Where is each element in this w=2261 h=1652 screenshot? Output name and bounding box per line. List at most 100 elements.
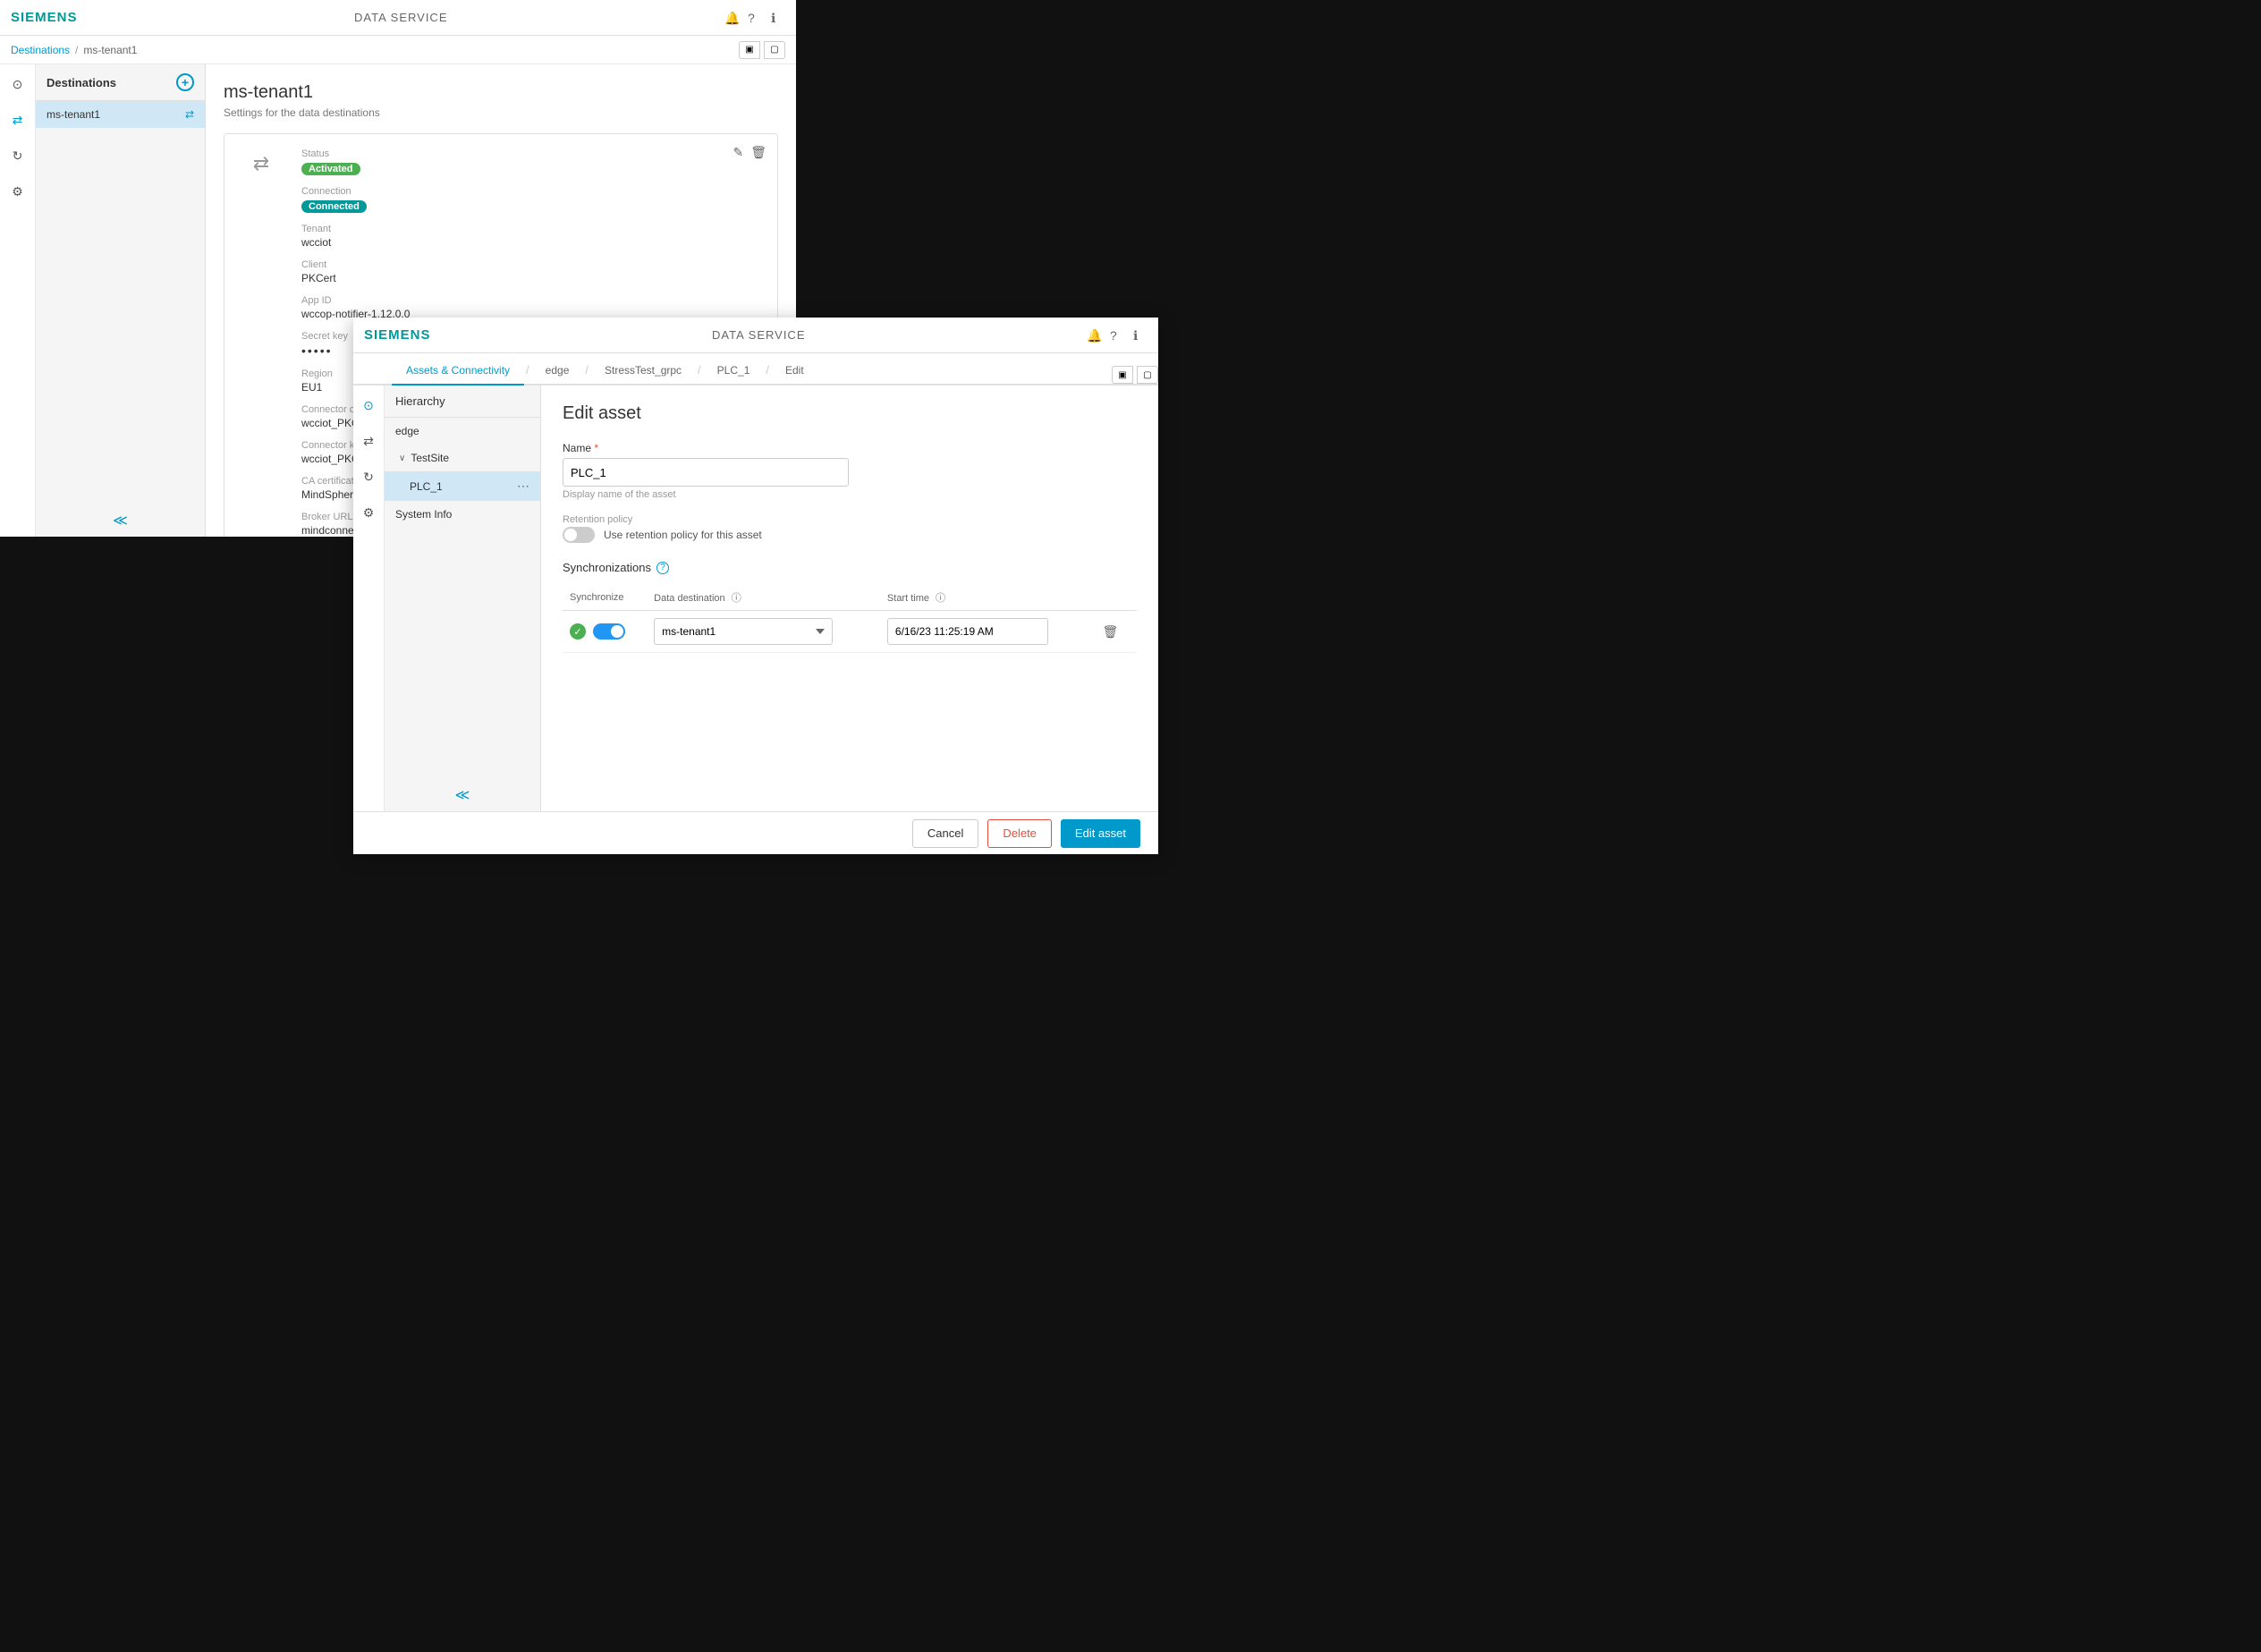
- add-destination-btn[interactable]: +: [176, 73, 194, 91]
- nav-settings-1[interactable]: ⚙: [5, 179, 30, 204]
- split-view-btn-2[interactable]: ▣: [1112, 366, 1133, 384]
- sync-status-cell: ✓: [563, 611, 647, 653]
- tenant-row: Tenant wcciot: [301, 224, 763, 249]
- cancel-button[interactable]: Cancel: [912, 819, 978, 848]
- dest-info-icon[interactable]: ⓘ: [732, 593, 741, 604]
- plc1-menu-icon[interactable]: ⋯: [517, 479, 529, 494]
- tab-assets-connectivity[interactable]: Assets & Connectivity: [392, 357, 524, 385]
- name-label: Name *: [563, 442, 1137, 454]
- destination-share-icon: ⇄: [253, 152, 269, 175]
- card-icon-area: ⇄: [239, 148, 284, 537]
- connection-badge: Connected: [301, 200, 367, 213]
- sidebar-1: Destinations + ms-tenant1 ⇄ ≪: [36, 64, 206, 537]
- single-view-btn-2[interactable]: ▢: [1137, 366, 1158, 384]
- status-badge: Activated: [301, 163, 360, 175]
- retention-row: Use retention policy for this asset: [563, 527, 1137, 543]
- notification-icon-2[interactable]: 🔔: [1087, 328, 1101, 343]
- retention-label: Retention policy: [563, 514, 1137, 525]
- col-data-destination: Data destination ⓘ: [647, 585, 880, 611]
- edit-asset-title: Edit asset: [563, 403, 1137, 424]
- sync-table: Synchronize Data destination ⓘ Start tim…: [563, 585, 1137, 653]
- breadcrumb-destinations[interactable]: Destinations: [11, 44, 70, 56]
- hier-testsite-label: TestSite: [411, 452, 449, 464]
- page-subtitle-1: Settings for the data destinations: [224, 106, 778, 119]
- sync-section: Synchronizations ? Synchronize Data dest…: [563, 561, 1137, 653]
- sync-title: Synchronizations ?: [563, 561, 1137, 574]
- testsite-chevron-icon: ∨: [399, 453, 405, 463]
- sync-enabled-toggle[interactable]: [593, 623, 625, 640]
- sync-status-icon: ✓: [570, 623, 586, 640]
- help-icon-1[interactable]: ?: [748, 11, 762, 25]
- tab-plc1[interactable]: PLC_1: [703, 357, 765, 385]
- page-title-1: ms-tenant1: [224, 82, 778, 103]
- app-title-2: DATA SERVICE: [712, 328, 805, 342]
- card-delete-btn[interactable]: 🗑: [750, 145, 766, 160]
- name-input[interactable]: [563, 458, 849, 487]
- col-actions-header: [1092, 585, 1137, 611]
- tab-stresstest[interactable]: StressTest_grpc: [590, 357, 696, 385]
- header-icons-1: 🔔 ? ℹ: [724, 11, 785, 25]
- tenant-label: Tenant: [301, 224, 763, 234]
- sidebar-item-ms-tenant1[interactable]: ms-tenant1 ⇄: [36, 101, 205, 128]
- header-icons-2: 🔔 ? ℹ: [1087, 328, 1147, 343]
- hier-edge-label: edge: [395, 425, 419, 437]
- split-view-btn-1[interactable]: ▣: [739, 41, 760, 59]
- nav-assets-share[interactable]: ⇄: [356, 428, 381, 453]
- siemens-logo-1: SIEMENS: [11, 10, 78, 25]
- nav-assets-refresh[interactable]: ↻: [356, 464, 381, 489]
- tab-edge[interactable]: edge: [531, 357, 584, 385]
- nav-refresh-1[interactable]: ↻: [5, 143, 30, 168]
- edit-asset-button[interactable]: Edit asset: [1061, 819, 1140, 848]
- window-assets: SIEMENS DATA SERVICE 🔔 ? ℹ Assets & Conn…: [353, 318, 1158, 854]
- col-synchronize: Synchronize: [563, 585, 647, 611]
- card-edit-btn[interactable]: ✎: [732, 145, 743, 160]
- sidebar-expand-btn[interactable]: ≪: [36, 504, 205, 537]
- single-view-btn-1[interactable]: ▢: [764, 41, 785, 59]
- sync-info-icon[interactable]: ?: [656, 562, 669, 574]
- hierarchy-item-edge[interactable]: edge: [385, 418, 540, 445]
- retention-toggle-text: Use retention policy for this asset: [604, 529, 762, 541]
- action-bar: Cancel Delete Edit asset: [353, 811, 1158, 854]
- col-start-time: Start time ⓘ: [880, 585, 1092, 611]
- hierarchy-item-plc1[interactable]: PLC_1 ⋯: [385, 471, 540, 501]
- client-value: PKCert: [301, 272, 763, 284]
- hierarchy-item-testsite[interactable]: ∨ TestSite: [385, 445, 540, 471]
- breadcrumb-1: Destinations / ms-tenant1 ▣ ▢: [0, 36, 796, 64]
- header-bar-2: SIEMENS DATA SERVICE 🔔 ? ℹ: [353, 318, 1158, 353]
- sync-destination-select[interactable]: ms-tenant1: [654, 618, 833, 645]
- retention-form-group: Retention policy Use retention policy fo…: [563, 514, 1137, 543]
- starttime-info-icon[interactable]: ⓘ: [936, 593, 945, 604]
- sync-delete-row-btn[interactable]: 🗑: [1099, 621, 1122, 642]
- app-title-1: DATA SERVICE: [354, 11, 447, 24]
- hierarchy-panel: Hierarchy edge ∨ TestSite PLC_1 ⋯ System…: [385, 385, 541, 811]
- status-label: Status: [301, 148, 763, 159]
- name-hint: Display name of the asset: [563, 489, 1137, 500]
- nav-home-1[interactable]: ⊙: [5, 72, 30, 97]
- nav-icons-1: ⊙ ⇄ ↻ ⚙: [0, 64, 36, 537]
- tab-bar-2: Assets & Connectivity / edge / StressTes…: [353, 353, 1158, 385]
- nav-assets-settings[interactable]: ⚙: [356, 500, 381, 525]
- sidebar-header-1: Destinations +: [36, 64, 205, 101]
- sync-starttime-cell: [880, 611, 1092, 653]
- tenant-value: wcciot: [301, 236, 763, 249]
- sync-delete-cell: 🗑: [1092, 611, 1137, 653]
- nav-assets-home[interactable]: ⊙: [356, 393, 381, 418]
- sync-row-0: ✓ ms-tenant1: [563, 611, 1137, 653]
- sync-starttime-input[interactable]: [887, 618, 1048, 645]
- assets-nav-icons: ⊙ ⇄ ↻ ⚙: [353, 385, 385, 811]
- tab-edit[interactable]: Edit: [771, 357, 818, 385]
- delete-button[interactable]: Delete: [987, 819, 1052, 848]
- help-icon-2[interactable]: ?: [1110, 328, 1124, 343]
- hier-plc1-label: PLC_1: [410, 480, 443, 493]
- header-bar-1: SIEMENS DATA SERVICE 🔔 ? ℹ: [0, 0, 796, 36]
- hier-systeminfo-label: System Info: [395, 508, 452, 521]
- info-icon-2[interactable]: ℹ: [1133, 328, 1147, 343]
- hierarchy-expand-btn[interactable]: ≪: [385, 779, 540, 811]
- hierarchy-item-systeminfo[interactable]: System Info: [385, 501, 540, 528]
- siemens-logo-2: SIEMENS: [364, 327, 431, 343]
- settings-icon-1[interactable]: ℹ: [771, 11, 785, 25]
- retention-toggle[interactable]: [563, 527, 595, 543]
- notification-icon-1[interactable]: 🔔: [724, 11, 739, 25]
- nav-share-1[interactable]: ⇄: [5, 107, 30, 132]
- appid-label: App ID: [301, 295, 763, 306]
